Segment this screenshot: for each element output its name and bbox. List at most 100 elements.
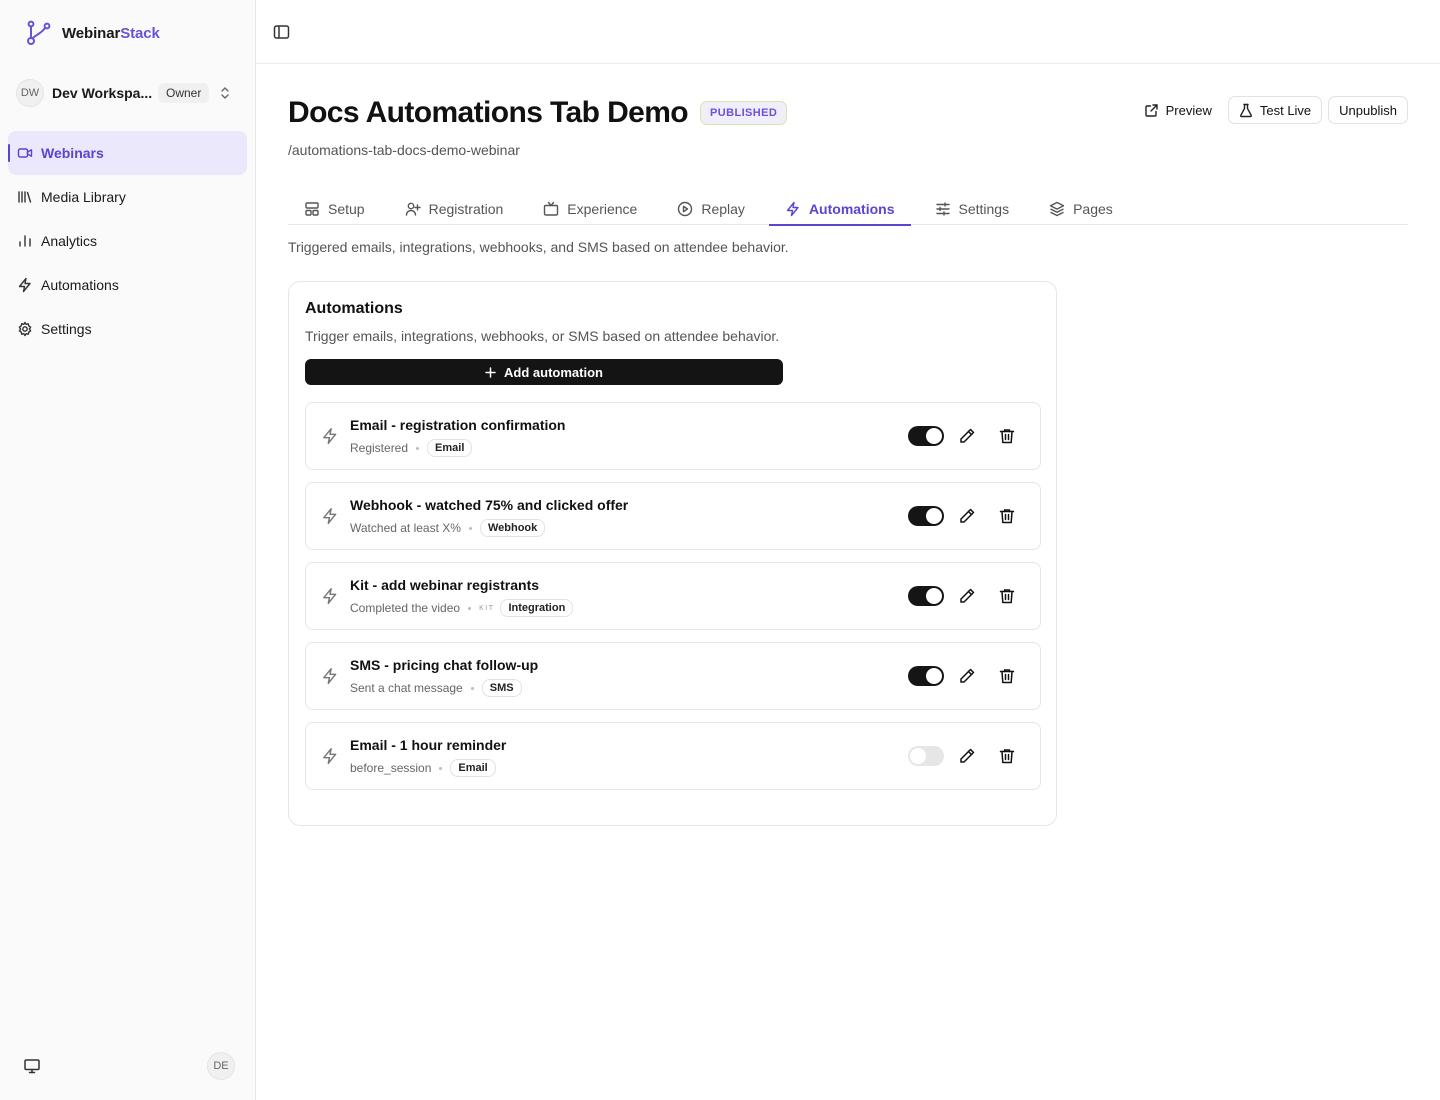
automation-enabled-toggle[interactable] <box>908 426 944 446</box>
webinarstack-logo-icon <box>26 20 52 46</box>
top-bar <box>256 0 1440 64</box>
automation-trigger: before_session <box>350 761 432 775</box>
add-automation-button[interactable]: Add automation <box>305 359 783 385</box>
automation-trigger: Completed the video <box>350 601 461 615</box>
zap-icon <box>321 587 339 605</box>
tab-registration[interactable]: Registration <box>389 192 520 225</box>
workspace-name: Dev Workspa... <box>52 85 152 101</box>
pencil-icon[interactable] <box>958 507 976 525</box>
trash-icon[interactable] <box>998 667 1016 685</box>
automation-enabled-toggle[interactable] <box>908 746 944 766</box>
automation-meta: Completed the video KIT Integration <box>350 599 574 617</box>
automation-enabled-toggle[interactable] <box>908 506 944 526</box>
tab-pages[interactable]: Pages <box>1033 192 1129 225</box>
layout-icon <box>304 201 320 217</box>
separator-dot <box>439 766 443 770</box>
zap-icon <box>321 747 339 765</box>
zap-icon <box>321 507 339 525</box>
sidebar-item-automations[interactable]: Automations <box>8 263 247 307</box>
trash-icon[interactable] <box>998 587 1016 605</box>
separator-dot <box>468 526 472 530</box>
webinar-tabs: Setup Registration Experience Replay Aut… <box>288 192 1408 226</box>
sidebar-item-media-library[interactable]: Media Library <box>8 175 247 219</box>
chevron-up-down-icon <box>219 85 231 101</box>
automation-trigger: Watched at least X% <box>350 521 461 535</box>
sidebar-item-webinars[interactable]: Webinars <box>8 131 247 175</box>
sidebar-item-analytics[interactable]: Analytics <box>8 219 247 263</box>
automation-name: Email - 1 hour reminder <box>350 737 507 753</box>
kit-logo: KIT <box>479 604 495 612</box>
gear-icon <box>17 321 33 337</box>
layers-icon <box>1049 201 1065 217</box>
sidebar-item-label: Media Library <box>41 189 126 205</box>
automation-name: Webhook - watched 75% and clicked offer <box>350 497 629 513</box>
webinar-slug: /automations-tab-docs-demo-webinar <box>288 142 520 158</box>
automation-meta: Registered Email <box>350 439 473 457</box>
tab-setup[interactable]: Setup <box>288 192 381 225</box>
automation-meta: before_session Email <box>350 759 496 777</box>
user-avatar[interactable]: DE <box>207 1052 235 1080</box>
workspace-avatar: DW <box>16 79 44 107</box>
tab-replay[interactable]: Replay <box>661 192 761 225</box>
external-link-icon <box>1144 103 1159 118</box>
test-live-button[interactable]: Test Live <box>1227 96 1323 124</box>
brand-logo[interactable]: WebinarStack <box>26 20 160 46</box>
tab-description: Triggered emails, integrations, webhooks… <box>288 239 789 255</box>
trash-icon[interactable] <box>998 507 1016 525</box>
automation-name: Kit - add webinar registrants <box>350 577 540 593</box>
workspace-role-badge: Owner <box>158 83 210 103</box>
automation-name: SMS - pricing chat follow-up <box>350 657 539 673</box>
user-plus-icon <box>405 201 421 217</box>
flask-icon <box>1239 103 1253 118</box>
tab-settings[interactable]: Settings <box>919 192 1026 225</box>
header-actions: Preview Test Live Unpublish <box>1133 96 1408 124</box>
tab-experience[interactable]: Experience <box>527 192 653 225</box>
bar-chart-icon <box>17 233 33 249</box>
automation-row[interactable]: Email - 1 hour reminder before_session E… <box>305 722 1041 790</box>
separator-dot <box>468 606 472 610</box>
sidebar-item-settings[interactable]: Settings <box>8 307 247 351</box>
sidebar-item-label: Analytics <box>41 233 98 249</box>
unpublish-button[interactable]: Unpublish <box>1328 96 1408 124</box>
automation-row[interactable]: Email - registration confirmation Regist… <box>305 402 1041 470</box>
trash-icon[interactable] <box>998 427 1016 445</box>
status-badge: PUBLISHED <box>700 101 788 125</box>
automation-enabled-toggle[interactable] <box>908 586 944 606</box>
sidebar-nav: Webinars Media Library Analytics Automat… <box>8 131 247 351</box>
brand-name: WebinarStack <box>62 24 160 42</box>
tab-automations[interactable]: Automations <box>768 192 911 226</box>
separator-dot <box>416 446 420 450</box>
separator-dot <box>470 686 474 690</box>
automation-type-badge: Email <box>450 759 496 777</box>
pencil-icon[interactable] <box>958 667 976 685</box>
monitor-icon[interactable] <box>23 1057 41 1075</box>
preview-button[interactable]: Preview <box>1133 96 1222 124</box>
automation-row[interactable]: SMS - pricing chat follow-up Sent a chat… <box>305 642 1041 710</box>
automation-type-badge: Email <box>427 439 473 457</box>
sliders-icon <box>935 201 951 217</box>
library-icon <box>17 189 33 205</box>
zap-icon <box>321 667 339 685</box>
automation-type-badge: SMS <box>481 679 522 697</box>
card-subtitle: Trigger emails, integrations, webhooks, … <box>305 328 780 344</box>
pencil-icon[interactable] <box>958 587 976 605</box>
pencil-icon[interactable] <box>958 747 976 765</box>
pencil-icon[interactable] <box>958 427 976 445</box>
automation-enabled-toggle[interactable] <box>908 666 944 686</box>
automation-row[interactable]: Kit - add webinar registrants Completed … <box>305 562 1041 630</box>
automation-trigger: Registered <box>350 441 409 455</box>
page-title: Docs Automations Tab Demo <box>288 96 689 129</box>
automation-trigger: Sent a chat message <box>350 681 463 695</box>
automation-meta: Sent a chat message SMS <box>350 679 522 697</box>
zap-icon <box>321 427 339 445</box>
zap-icon <box>17 277 33 293</box>
workspace-switcher[interactable]: DW Dev Workspa... Owner <box>16 78 246 108</box>
card-title: Automations <box>305 300 403 317</box>
automation-row[interactable]: Webhook - watched 75% and clicked offer … <box>305 482 1041 550</box>
trash-icon[interactable] <box>998 747 1016 765</box>
sidebar-toggle-icon[interactable] <box>273 24 290 40</box>
play-circle-icon <box>677 201 693 217</box>
automation-type-badge: Webhook <box>479 519 546 537</box>
sidebar-item-label: Webinars <box>41 145 104 161</box>
page-header: Docs Automations Tab Demo PUBLISHED <box>288 96 788 130</box>
